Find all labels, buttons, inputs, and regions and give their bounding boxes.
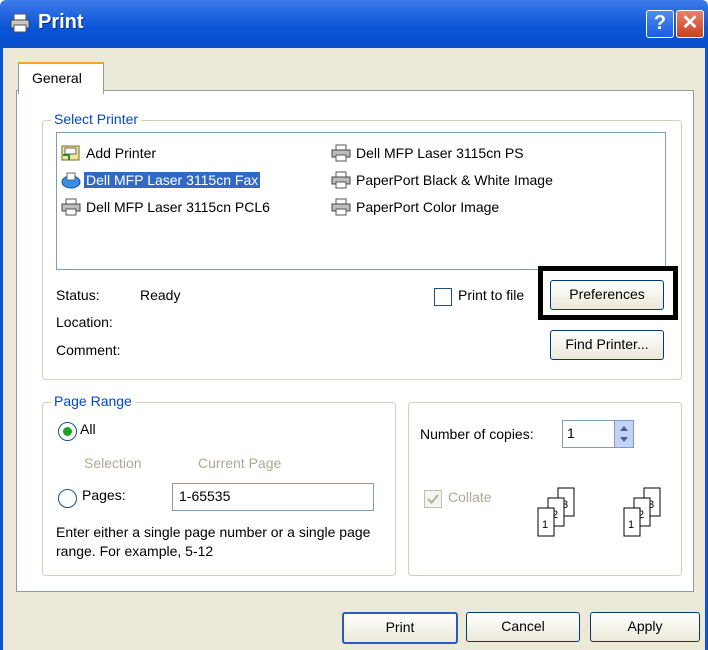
comment-label: Comment:: [56, 342, 121, 358]
preferences-highlight-box: [538, 266, 678, 320]
printer-icon: [61, 198, 81, 216]
printer-item-label: PaperPort Color Image: [356, 199, 500, 215]
all-radio[interactable]: [58, 422, 77, 441]
printer-item-pcl6[interactable]: Dell MFP Laser 3115cn PCL6: [61, 197, 272, 217]
spin-arrows-icon: [620, 426, 628, 442]
printer-item-add[interactable]: Add Printer: [61, 143, 158, 163]
printer-item-paperport-bw[interactable]: PaperPort Black & White Image: [331, 170, 555, 190]
print-to-file-label: Print to file: [458, 287, 525, 303]
printer-item-fax[interactable]: Dell MFP Laser 3115cn Fax: [61, 170, 261, 190]
print-dialog: Print ? ✕ General Select Printer Add Pri…: [0, 0, 708, 650]
pages-input-value: 1-65535: [179, 488, 231, 504]
pages-label: Pages:: [82, 487, 126, 503]
copies-input[interactable]: 1: [562, 420, 634, 448]
pages-input[interactable]: 1-65535: [172, 483, 374, 511]
collate-label: Collate: [448, 489, 492, 505]
collate-checkbox[interactable]: [424, 490, 442, 508]
printer-item-label: Dell MFP Laser 3115cn Fax: [84, 172, 261, 188]
page-range-legend: Page Range: [51, 393, 135, 409]
add-printer-icon: [61, 145, 80, 161]
number-of-copies-label: Number of copies:: [420, 426, 534, 442]
selection-label: Selection: [84, 455, 142, 471]
printer-icon: [331, 144, 351, 162]
checkmark-icon: [427, 494, 439, 504]
printer-icon: [331, 171, 351, 189]
pages-radio[interactable]: [58, 489, 77, 508]
select-printer-legend: Select Printer: [51, 111, 142, 127]
printer-icon: [10, 13, 30, 33]
copies-spinner[interactable]: [614, 421, 633, 447]
fax-icon: [61, 172, 81, 189]
svg-text:1: 1: [628, 519, 634, 531]
printer-icon: [331, 198, 351, 216]
printer-item-ps[interactable]: Dell MFP Laser 3115cn PS: [331, 143, 526, 163]
tab-label: General: [32, 70, 82, 86]
close-button[interactable]: ✕: [676, 10, 704, 38]
collate-illustration-icon: 3 2 1 3 2 1: [537, 487, 661, 537]
printer-item-paperport-color[interactable]: PaperPort Color Image: [331, 197, 501, 217]
status-label: Status:: [56, 287, 100, 303]
current-page-label: Current Page: [198, 455, 282, 471]
printer-item-label: Add Printer: [86, 145, 157, 161]
location-label: Location:: [56, 314, 113, 330]
all-label: All: [80, 421, 96, 437]
copies-input-value: 1: [567, 425, 575, 441]
apply-button[interactable]: Apply: [590, 612, 700, 642]
title-bar[interactable]: Print ? ✕: [0, 0, 708, 48]
svg-text:1: 1: [542, 519, 548, 531]
printer-list[interactable]: Add Printer Dell MFP Laser 3115cn Fax De…: [56, 132, 666, 270]
status-value: Ready: [140, 287, 181, 303]
printer-item-label: Dell MFP Laser 3115cn PCL6: [86, 199, 270, 215]
help-button[interactable]: ?: [646, 10, 674, 38]
print-button[interactable]: Print: [342, 612, 458, 644]
tab-general[interactable]: General: [18, 62, 104, 94]
find-printer-button[interactable]: Find Printer...: [550, 330, 664, 360]
print-to-file-checkbox[interactable]: [434, 288, 452, 306]
page-range-hint: Enter either a single page number or a s…: [56, 524, 371, 559]
cancel-button[interactable]: Cancel: [466, 612, 580, 642]
printer-item-label: PaperPort Black & White Image: [356, 172, 553, 188]
window-title: Print: [38, 11, 84, 33]
printer-item-label: Dell MFP Laser 3115cn PS: [356, 145, 524, 161]
